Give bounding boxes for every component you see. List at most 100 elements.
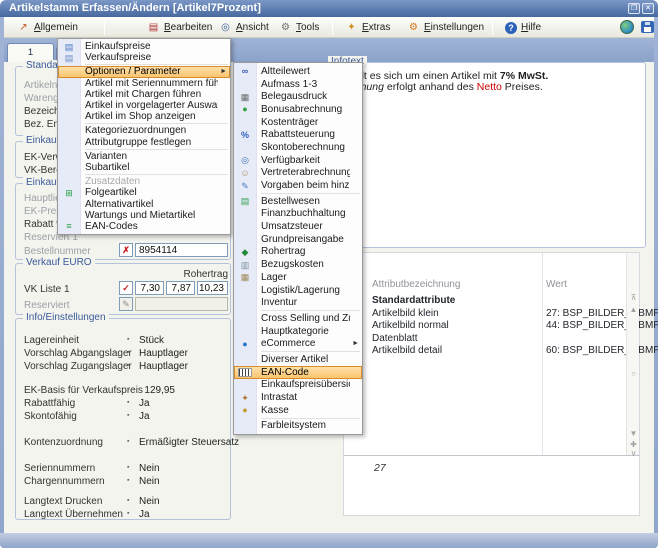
menu-item-umsatzsteuer[interactable]: Umsatzsteuer [234,220,362,233]
field-label-chargennummern: Chargennummern [24,476,105,487]
attribute-name-datenblatt[interactable]: Datenblatt [372,333,418,344]
menu-item-rabattsteuerung[interactable]: %Rabattsteuerung [234,128,362,141]
menu-item-attributgruppe-festlegen[interactable]: Attributgruppe festlegen [58,137,230,148]
menu-item-inventur[interactable]: Inventur [234,296,362,309]
menu-item-einkaufspreise[interactable]: ▤Einkaufspreise [58,41,230,52]
vk-liste1-price-1[interactable]: 7,30 [135,281,164,295]
menu-item-bezugskosten[interactable]: ▥Bezugskosten [234,258,362,271]
menu-item-zusatzdaten[interactable]: Zusatzdaten [58,176,230,187]
menu-item-cross-selling-und-zubehör[interactable]: Cross Selling und Zubehör [234,312,362,325]
menu-separator [261,418,360,419]
close-button[interactable]: ✕ [642,3,654,14]
menu-item-einkaufspreisübersicht[interactable]: Einkaufspreisübersicht [234,379,362,392]
magnifier-icon[interactable]: ○ [628,369,639,378]
submenu-arrow-icon: ► [352,340,359,347]
attribute-value-artikelbild-normal[interactable]: 44: BSP_BILDER_2.BMP [546,320,658,331]
menu-item-ean-code[interactable]: EAN-Code [234,366,362,379]
menubar-item-tools[interactable]: ⚙Tools [276,19,322,36]
menu-item-subartikel[interactable]: Subartikel [58,162,230,173]
menu-item-artikel-im-shop-anzeigen[interactable]: Artikel im Shop anzeigen [58,111,230,122]
attribute-name-artikelbild-detail[interactable]: Artikelbild detail [372,345,442,356]
bestellnummer-input[interactable]: 8954114 [135,243,228,257]
note-value: 27 [374,462,386,474]
field-label-vk-liste-1: VK Liste 1 [24,284,70,295]
menu-item-lager[interactable]: ▦Lager [234,271,362,284]
save-icon[interactable] [641,21,654,33]
toolbar-separator [492,20,493,35]
attribute-value-artikelbild-klein[interactable]: 27: BSP_BILDER_2.BMP [546,308,658,319]
menu-item-kategoriezuordnungen[interactable]: Kategoriezuordnungen [58,125,230,136]
menu-item-label: EAN-Codes [85,221,138,232]
clipboard-green-icon: ▤ [238,195,252,207]
menu-separator [261,351,360,352]
menubar-item-hilfe[interactable]: ?Hilfe [502,19,544,36]
menu-item-kostenträger[interactable]: Kostenträger [234,116,362,129]
scroll-down-icon[interactable]: ▼ [628,429,639,438]
menu-item-optionen-parameter[interactable]: Optionen / Parameter► [58,66,230,77]
menu-item-bestellwesen[interactable]: ▤Bestellwesen [234,195,362,208]
vk-liste1-price-2[interactable]: 7,87 [166,281,195,295]
optionen-parameter-submenu: ∞AltteilewertAufmass 1-3▦Belegausdruck●B… [233,62,363,435]
vk-liste1-check-button[interactable]: ✓ [119,281,133,295]
restore-button[interactable]: ❒ [628,3,640,14]
menubar-item-einstellungen[interactable]: ⚙Einstellungen [404,19,487,36]
menu-item-ecommerce[interactable]: ●eCommerce► [234,337,362,350]
menu-item-vertreterabrechnung-provision[interactable]: ☺Vertreterabrechnung / Provision [234,167,362,180]
attribute-name-artikelbild-normal[interactable]: Artikelbild normal [372,320,449,331]
menu-item-verfügbarkeit[interactable]: ◎Verfügbarkeit [234,154,362,167]
scroll-add-icon[interactable]: ✚ [628,440,639,449]
menu-item-alternativartikel[interactable]: Alternativartikel [58,198,230,209]
menu-item-hauptkategorie[interactable]: Hauptkategorie [234,325,362,338]
menu-item-label: Logistik/Lagerung [261,285,340,296]
menubar-item-bearbeiten[interactable]: ▤Bearbeiten [144,19,215,36]
menu-item-artikel-mit-seriennummern-führen[interactable]: Artikel mit Seriennummern führen [58,78,230,89]
menu-item-skontoberechnung[interactable]: Skontoberechnung [234,141,362,154]
menu-item-rohertrag[interactable]: ◆Rohertrag [234,246,362,259]
menu-item-kasse[interactable]: ●Kasse [234,404,362,417]
menu-item-varianten[interactable]: Varianten [58,151,230,162]
menu-item-altteilewert[interactable]: ∞Altteilewert [234,65,362,78]
menu-item-label: Subartikel [85,162,129,173]
attribute-name-standardattribute[interactable]: Standardattribute [372,295,455,306]
menu-item-logistik-lagerung[interactable]: Logistik/Lagerung [234,284,362,297]
attribute-note-box[interactable]: 27 [343,456,640,516]
delete-bestellnummer-button[interactable]: ✗ [119,243,133,257]
field-label-langtext-drucken: Langtext Drucken [24,496,102,507]
menu-item-label: Verkaufspreise [85,52,151,63]
menu-item-diverser-artikel[interactable]: Diverser Artikel [234,353,362,366]
field-label-bestellnummer: Bestellnummer [24,246,91,257]
vk-liste1-price-3[interactable]: 10,23 [197,281,228,295]
menubar-item-ansicht[interactable]: ◎Ansicht [216,19,272,36]
toolbar-separator [104,20,105,35]
menu-item-finanzbuchhaltung[interactable]: Finanzbuchhaltung [234,208,362,221]
table-scroll-strip[interactable]: ⊼ ▲ ○ ▼ ✚ ⊻ [626,253,639,455]
menu-item-label: Kategoriezuordnungen [85,125,186,136]
menu-item-aufmass-1-3[interactable]: Aufmass 1-3 [234,78,362,91]
menu-item-farbleitsystem[interactable]: Farbleitsystem [234,420,362,433]
menubar-item-label: Tools [296,22,319,33]
menu-item-ean-codes[interactable]: ≡EAN-Codes [58,221,230,232]
scroll-up-icon[interactable]: ▲ [628,305,639,314]
menu-item-verkaufspreise[interactable]: ▤Verkaufspreise [58,52,230,63]
reserviert-edit-button[interactable]: ✎ [119,297,133,311]
attribute-value-artikelbild-detail[interactable]: 60: BSP_BILDER_2.BMP [546,345,658,356]
menu-item-folgeartikel[interactable]: ⊞Folgeartikel [58,187,230,198]
menu-separator [85,149,228,150]
menu-item-intrastat[interactable]: ✦Intrastat [234,391,362,404]
menubar-item-extras[interactable]: ✦Extras [342,19,393,36]
menu-item-belegausdruck[interactable]: ▦Belegausdruck [234,90,362,103]
menu-item-grundpreisangabe[interactable]: Grundpreisangabe [234,233,362,246]
reserviert-input[interactable] [135,297,228,311]
value-bullet-icon: ▪ [127,386,129,393]
menu-item-label: Kostenträger [261,117,318,128]
menu-item-artikel-in-vorgelagerter-auswahltabelle-verbergen[interactable]: Artikel in vorgelagerter Auswahltabelle … [58,100,230,111]
attribute-name-artikelbild-klein[interactable]: Artikelbild klein [372,308,439,319]
globe-icon[interactable] [620,20,634,34]
menu-item-artikel-mit-chargen-führen[interactable]: Artikel mit Chargen führen [58,89,230,100]
menu-item-label: Artikel mit Seriennummern führen [85,78,218,89]
menu-item-vorgaben-beim-hinzufügen-im-beleg[interactable]: ✎Vorgaben beim hinzufügen im Beleg [234,179,362,192]
menu-item-bonusabrechnung[interactable]: ●Bonusabrechnung [234,103,362,116]
scroll-top-icon[interactable]: ⊼ [628,293,639,302]
menubar-item-allgemein[interactable]: ↗Allgemein [14,19,81,36]
menu-item-wartungs-und-mietartikel[interactable]: Wartungs und Mietartikel [58,210,230,221]
